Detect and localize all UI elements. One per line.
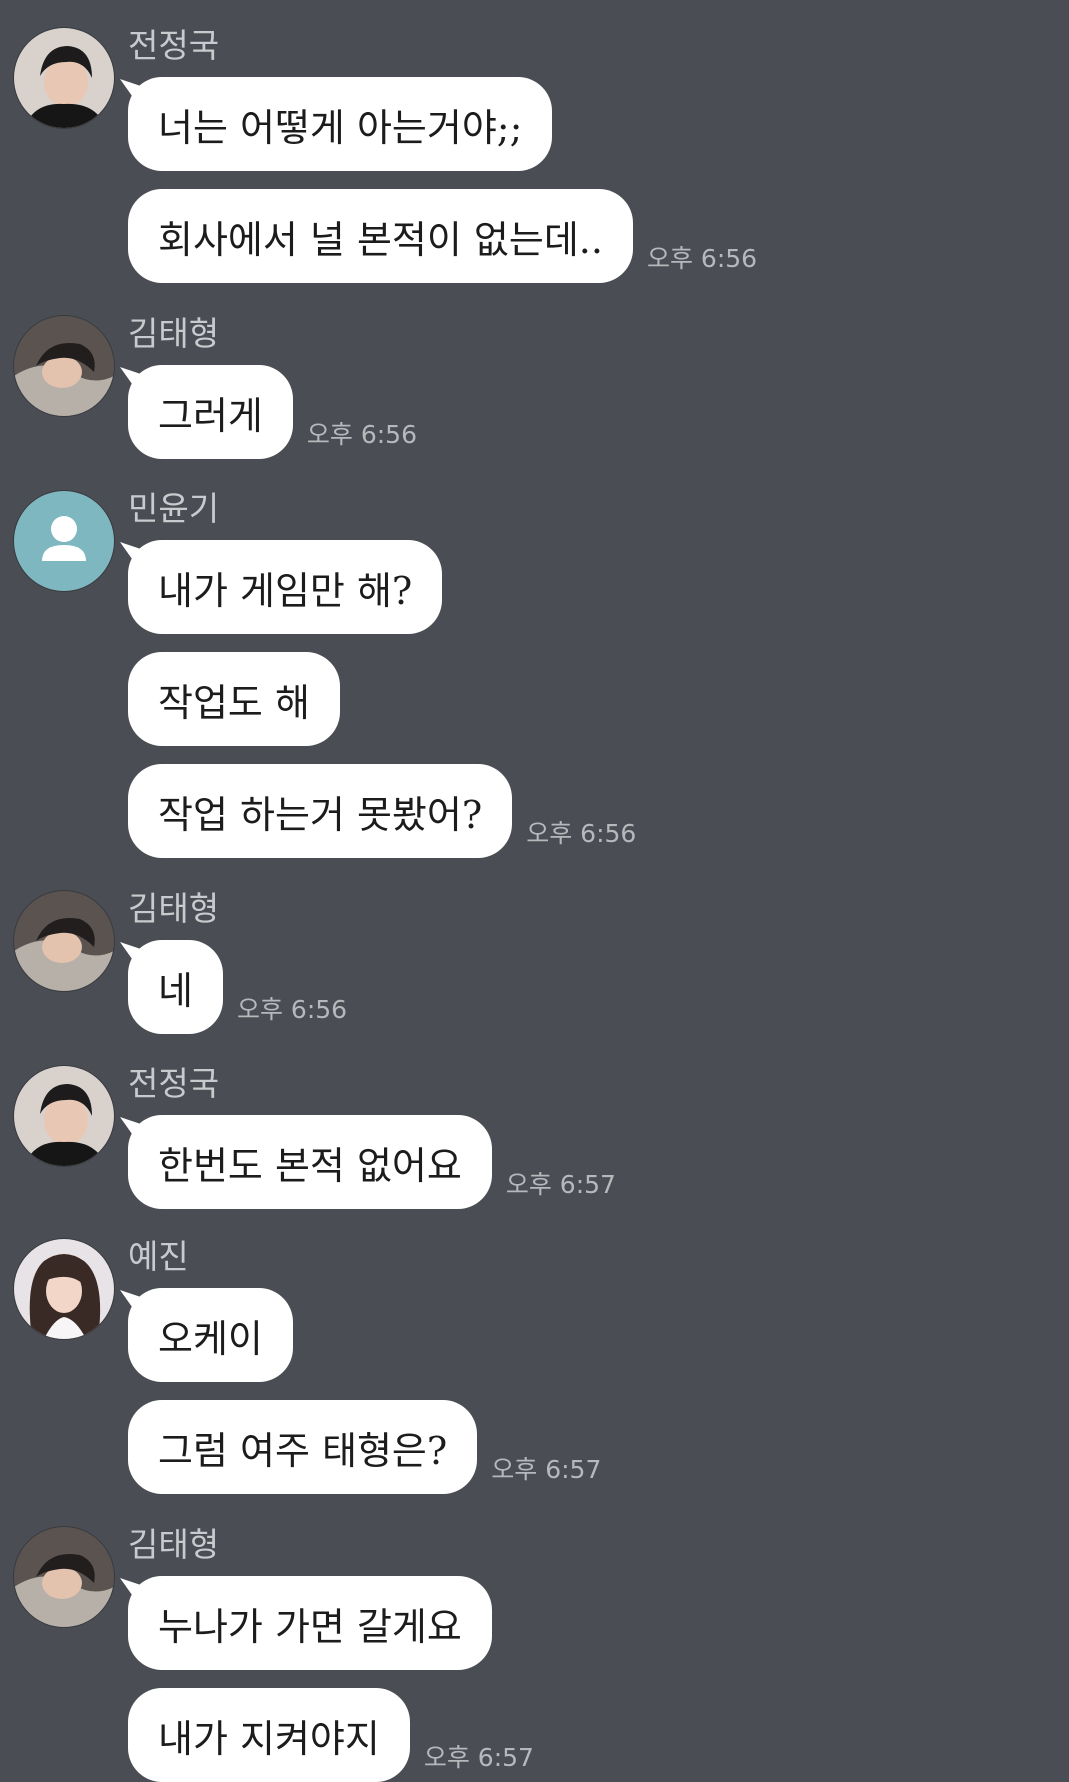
message-row: 작업도 해 [128, 652, 340, 746]
message-bubble[interactable]: 너는 어떻게 아는거야;; [128, 77, 553, 171]
sender-name: 김태형 [128, 1525, 220, 1564]
message-row: 너는 어떻게 아는거야;; [128, 77, 553, 171]
message-bubble[interactable]: 작업 하는거 못봤어? [128, 764, 513, 858]
message-timestamp: 오후 6:56 [526, 819, 637, 848]
avatar-taehyung[interactable] [14, 316, 114, 416]
sender-name: 김태형 [128, 889, 220, 928]
message-bubble[interactable]: 그럼 여주 태형은? [128, 1400, 478, 1494]
sender-name: 예진 [128, 1237, 189, 1276]
message-timestamp: 오후 6:57 [423, 1743, 534, 1772]
avatar-jungkook[interactable] [14, 1066, 114, 1166]
message-row: 오케이 [128, 1288, 293, 1382]
avatar-taehyung[interactable] [14, 1527, 114, 1627]
message-row: 그럼 여주 태형은? 오후 6:57 [128, 1400, 601, 1494]
message-bubble[interactable]: 회사에서 널 본적이 없는데.. [128, 189, 633, 283]
sender-name: 전정국 [128, 1064, 220, 1103]
sender-name: 김태형 [128, 314, 220, 353]
avatar-default-profile-icon[interactable] [14, 491, 114, 591]
sender-name: 민윤기 [128, 489, 220, 528]
avatar-jungkook[interactable] [14, 28, 114, 128]
message-bubble[interactable]: 내가 지켜야지 [128, 1688, 410, 1782]
message-row: 네 오후 6:56 [128, 940, 347, 1034]
message-timestamp: 오후 6:57 [491, 1455, 602, 1484]
message-row: 작업 하는거 못봤어? 오후 6:56 [128, 764, 636, 858]
message-bubble[interactable]: 작업도 해 [128, 652, 340, 746]
message-row: 한번도 본적 없어요 오후 6:57 [128, 1115, 616, 1209]
message-row: 그러게 오후 6:56 [128, 365, 417, 459]
message-bubble[interactable]: 내가 게임만 해? [128, 540, 443, 634]
message-timestamp: 오후 6:56 [306, 420, 417, 449]
message-bubble[interactable]: 한번도 본적 없어요 [128, 1115, 492, 1209]
message-row: 내가 게임만 해? [128, 540, 443, 634]
message-bubble[interactable]: 오케이 [128, 1288, 293, 1382]
message-bubble[interactable]: 그러게 [128, 365, 293, 459]
message-row: 회사에서 널 본적이 없는데.. 오후 6:56 [128, 189, 757, 283]
avatar-yejin[interactable] [14, 1239, 114, 1339]
message-timestamp: 오후 6:56 [646, 244, 758, 273]
message-timestamp: 오후 6:57 [505, 1170, 616, 1199]
message-row: 내가 지켜야지 오후 6:57 [128, 1688, 534, 1782]
message-bubble[interactable]: 네 [128, 940, 223, 1034]
message-timestamp: 오후 6:56 [236, 995, 348, 1024]
sender-name: 전정국 [128, 26, 220, 65]
chat-message-list[interactable]: 전정국 너는 어떻게 아는거야;; 회사에서 널 본적이 없는데.. 오후 6:… [0, 0, 1069, 1782]
message-bubble[interactable]: 누나가 가면 갈게요 [128, 1576, 492, 1670]
avatar-taehyung[interactable] [14, 891, 114, 991]
message-row: 누나가 가면 갈게요 [128, 1576, 492, 1670]
